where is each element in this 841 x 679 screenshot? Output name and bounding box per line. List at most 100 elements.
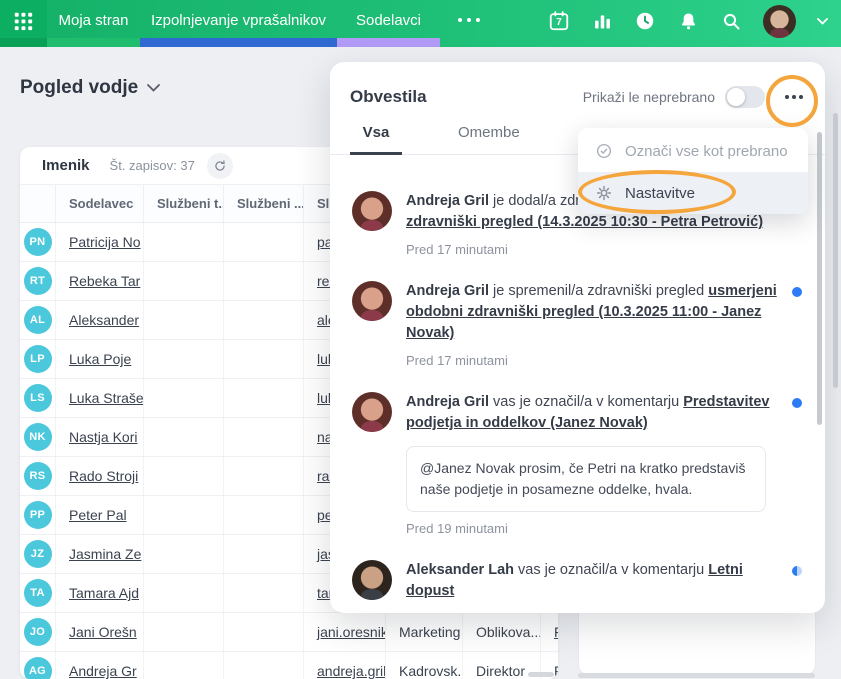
page-title-row[interactable]: Pogled vodje [20,77,160,99]
notifications-bell-button[interactable] [677,10,699,32]
time-button[interactable] [634,10,656,32]
person-link[interactable]: Tamara Ajd [69,585,139,601]
actor-name: Andreja Gril [406,394,489,410]
notification-item[interactable]: Andreja Gril je spremenil/a zdravniški p… [352,281,805,368]
avatar: JZ [24,540,52,568]
nav-tab-sodelavci[interactable]: Sodelavci [337,0,440,47]
table-row[interactable]: JO Jani Orešn jani.oresnik Marketing Obl… [20,613,558,652]
person-link[interactable]: Nastja Kori [69,429,137,445]
avatar [352,191,392,231]
avatar [352,281,392,321]
avatar: AL [24,306,52,334]
action-text: vas je označil/a v komentarju [489,394,683,410]
avatar: AG [24,657,52,679]
page-scrollbar[interactable] [833,113,838,388]
notifications-options-menu: Označi vse kot prebrano Nastavitve [578,128,808,214]
unread-dot [792,398,802,408]
notifications-list: Andreja Gril je dodal/a zdravniški pregl… [330,155,825,609]
menu-item-label: Označi vse kot prebrano [625,143,788,160]
tab-omembe[interactable]: Omembe [458,124,520,154]
notification-item[interactable]: Andreja Gril vas je označil/a v komentar… [352,392,805,536]
person-link[interactable]: Patricija No [69,234,141,250]
ellipsis-icon [458,18,462,22]
column-sodelavec[interactable]: Sodelavec [55,185,143,222]
user-avatar[interactable] [763,5,796,38]
calendar-day-badge: 7 [548,17,570,28]
unread-filter-label: Prikaži le neprebrano [583,89,715,105]
menu-item-mark-all-read[interactable]: Označi vse kot prebrano [578,130,808,172]
person-link[interactable]: Luka Poje [69,351,131,367]
nav-right-icons: 7 [548,0,841,47]
column-sluzbeni-1[interactable]: Službeni t... [143,185,223,222]
notifications-scrollbar[interactable] [817,132,822,425]
person-link[interactable]: Rebeka Tar [69,273,140,289]
department-value: Marketing [399,624,460,640]
notification-item[interactable]: Aleksander Lah vas je označil/a v koment… [352,560,805,609]
nav-tab-label: Moja stran [58,12,128,29]
notifications-more-button[interactable] [781,87,807,107]
ellipsis-icon [785,95,789,99]
calendar-button[interactable]: 7 [548,10,570,32]
half-read-dot [792,566,802,576]
notifications-title: Obvestila [350,87,427,107]
grid-icon [13,11,34,37]
avatar [352,392,392,432]
actor-name: Andreja Gril [406,193,489,209]
ellipsis-icon [792,95,796,99]
notification-text: Andreja Gril je spremenil/a zdravniški p… [406,281,778,344]
nav-tab-moja-stran[interactable]: Moja stran [47,0,140,47]
person-link[interactable]: Jani Orešn [69,624,137,640]
avatar: JO [24,618,52,646]
nav-overflow-button[interactable] [450,0,488,47]
table-row[interactable]: AG Andreja Gr andreja.gril Kadrovsk... D… [20,652,558,679]
avatar: NK [24,423,52,451]
ellipsis-icon [799,95,803,99]
menu-item-label: Nastavitve [625,185,695,202]
actor-name: Aleksander Lah [406,562,514,578]
person-link[interactable]: Jasmina Ze [69,546,141,562]
timestamp: Pred 17 minutami [406,353,778,368]
check-circle-icon [595,142,613,160]
refresh-button[interactable] [207,153,233,179]
avatar: TA [24,579,52,607]
stats-icon [592,11,613,32]
ellipsis-icon [476,18,480,22]
avatar: LP [24,345,52,373]
unread-filter-toggle[interactable] [725,86,765,108]
avatar: PN [24,228,52,256]
app-grid-button[interactable] [0,0,47,47]
menu-item-settings[interactable]: Nastavitve [578,172,808,214]
role-value: Oblikova... [476,624,540,640]
clock-icon [634,10,656,32]
avatar: PP [24,501,52,529]
notification-text: Aleksander Lah vas je označil/a v koment… [406,560,778,602]
notifications-header: Obvestila Prikaži le neprebrano [330,62,825,108]
email-link[interactable]: jani.oresnik [317,624,385,640]
column-avatar [20,185,55,222]
action-text: je spremenil/a zdravniški pregled [489,283,708,299]
refresh-icon [213,159,227,173]
nav-tab-izpolnjevanje-vprasalnikov[interactable]: Izpolnjevanje vprašalnikov [140,0,337,47]
person-link[interactable]: Aleksander [69,312,139,328]
email-link[interactable]: andreja.gril [317,663,385,679]
notification-target-link[interactable]: zdravniški pregled (14.3.2025 10:30 - Pe… [406,212,763,233]
avatar: RS [24,462,52,490]
search-button[interactable] [720,10,742,32]
side-widget-scrollbar[interactable] [578,673,815,678]
avatar [352,560,392,600]
column-sluzbeni-2[interactable]: Službeni ... [223,185,303,222]
person-link[interactable]: Luka Straše [69,390,143,406]
table-horizontal-scrollbar[interactable] [528,672,554,677]
profile-menu-chevron[interactable] [817,18,828,25]
person-link[interactable]: Andreja Gr [69,663,137,679]
avatar: RT [24,267,52,295]
ellipsis-icon [467,18,471,22]
person-link[interactable]: Peter Pal [69,507,127,523]
doc-link[interactable]: F [554,624,558,640]
timestamp: Pred 19 minutami [406,521,778,536]
tab-vsa[interactable]: Vsa [350,124,402,155]
doc-link[interactable]: F [554,663,558,679]
timestamp: Pred 17 minutami [406,242,778,257]
stats-button[interactable] [591,10,613,32]
person-link[interactable]: Rado Stroji [69,468,138,484]
